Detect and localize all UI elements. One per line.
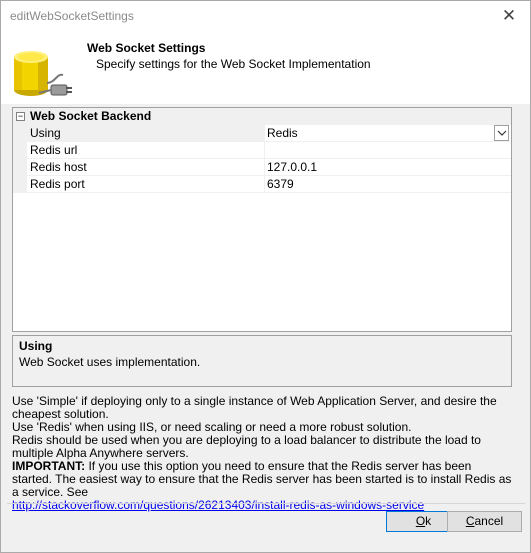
property-row-redis-port[interactable]: Redis port 6379 — [13, 176, 511, 193]
help-important: IMPORTANT: If you use this option you ne… — [12, 460, 512, 499]
chevron-down-icon — [497, 130, 507, 136]
property-name[interactable]: Redis url — [27, 142, 265, 159]
ok-accelerator: O — [415, 514, 426, 528]
title-bar: editWebSocketSettings ✕ — [1, 1, 530, 31]
property-name[interactable]: Redis host — [27, 159, 265, 176]
header-title: Web Socket Settings — [87, 41, 206, 55]
description-panel: Using Web Socket uses implementation. — [12, 335, 512, 387]
cancel-label-rest: ancel — [474, 514, 504, 528]
window-title: editWebSocketSettings — [10, 9, 134, 23]
cancel-button[interactable]: Cancel — [447, 511, 522, 532]
property-row-using[interactable]: Using Redis — [13, 125, 511, 142]
button-separator — [7, 503, 525, 504]
description-title: Using — [19, 339, 53, 353]
important-text: If you use this option you need to ensur… — [12, 459, 512, 499]
row-gutter — [13, 176, 27, 193]
ok-label-rest: k — [425, 514, 432, 528]
property-value-redis-url[interactable] — [265, 142, 511, 159]
property-grid[interactable]: − Web Socket Backend Using Redis Redis u… — [12, 107, 512, 332]
help-text: Use 'Simple' if deploying only to a sing… — [12, 395, 512, 512]
property-value-using[interactable]: Redis — [265, 125, 511, 142]
header-subtitle: Specify settings for the Web Socket Impl… — [96, 57, 371, 71]
category-label: Web Socket Backend — [30, 109, 152, 123]
category-row-web-socket-backend[interactable]: − Web Socket Backend — [13, 108, 511, 125]
close-icon[interactable]: ✕ — [500, 7, 518, 25]
dialog-header: Web Socket Settings Specify settings for… — [1, 31, 530, 104]
database-plug-icon — [14, 51, 72, 96]
help-line-simple: Use 'Simple' if deploying only to a sing… — [12, 394, 497, 421]
help-line-load-balancer: Redis should be used when you are deploy… — [12, 433, 481, 460]
collapse-icon[interactable]: − — [16, 112, 25, 121]
property-row-redis-host[interactable]: Redis host 127.0.0.1 — [13, 159, 511, 176]
dialog-window: editWebSocketSettings ✕ Web Socket Setti… — [0, 0, 531, 553]
stackoverflow-link[interactable]: http://stackoverflow.com/questions/26213… — [12, 498, 424, 512]
property-name[interactable]: Redis port — [27, 176, 265, 193]
property-row-redis-url[interactable]: Redis url — [13, 142, 511, 159]
row-gutter — [13, 142, 27, 159]
description-text: Web Socket uses implementation. — [19, 355, 201, 369]
property-value-text: Redis — [267, 126, 298, 140]
row-gutter — [13, 125, 27, 142]
property-value-redis-port[interactable]: 6379 — [265, 176, 511, 193]
property-name[interactable]: Using — [27, 125, 265, 142]
row-gutter — [13, 159, 27, 176]
important-label: IMPORTANT: — [12, 459, 86, 473]
property-value-redis-host[interactable]: 127.0.0.1 — [265, 159, 511, 176]
dropdown-button[interactable] — [494, 125, 509, 141]
